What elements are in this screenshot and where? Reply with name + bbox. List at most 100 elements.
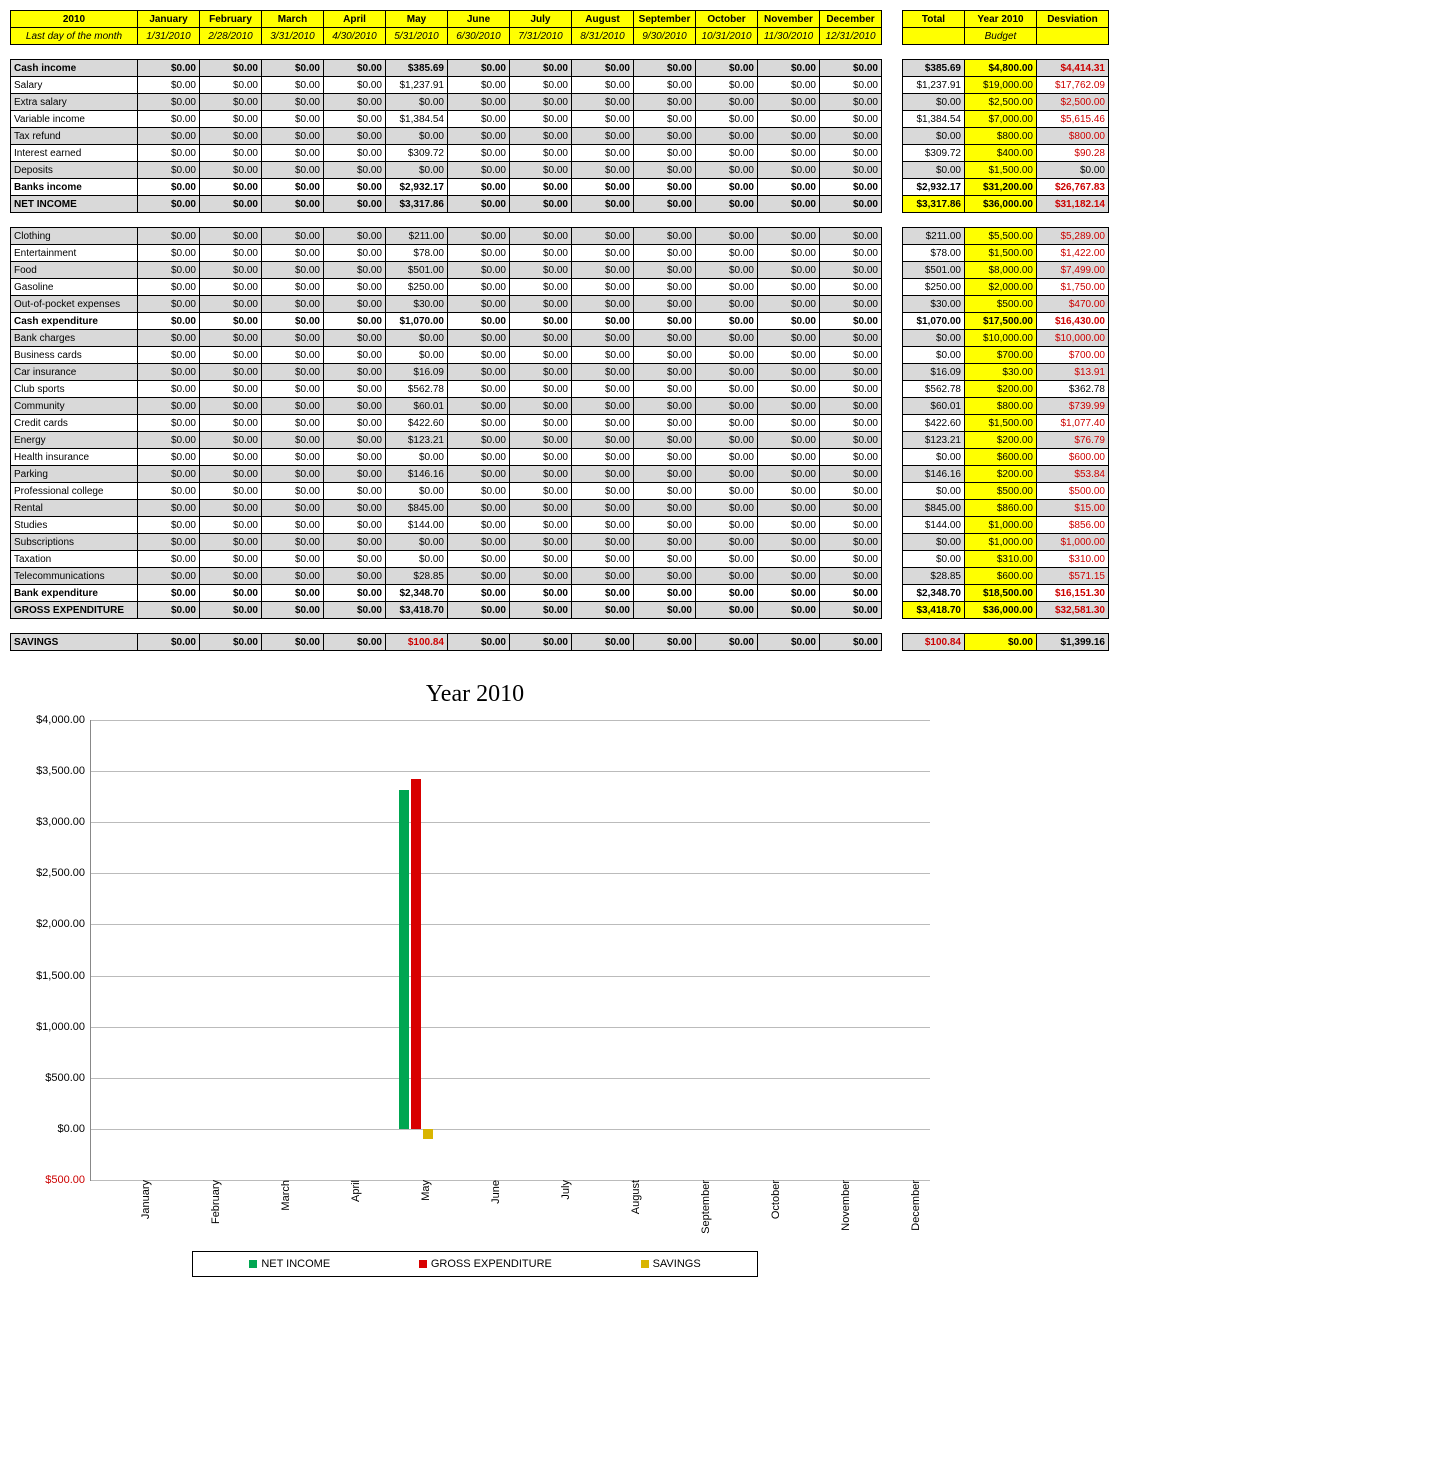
y-tick: $4,000.00 (36, 714, 91, 726)
row-value: $0.00 (324, 313, 386, 330)
row-value: $0.00 (572, 381, 634, 398)
row-value: $0.00 (820, 111, 882, 128)
row-value: $0.00 (758, 432, 820, 449)
y-tick: $1,000.00 (36, 1021, 91, 1033)
row-value: $0.00 (324, 364, 386, 381)
row-value: $0.00 (820, 262, 882, 279)
row-value: $0.00 (696, 330, 758, 347)
row-value: $0.00 (820, 330, 882, 347)
row-value: $0.00 (448, 449, 510, 466)
row-value: $0.00 (696, 381, 758, 398)
row-value: $0.00 (262, 228, 324, 245)
row-value: $0.00 (820, 534, 882, 551)
sum-desv: $15.00 (1037, 500, 1109, 517)
hdr-date: 10/31/2010 (696, 28, 758, 45)
row-value: $0.00 (138, 500, 200, 517)
row-value: $0.00 (448, 398, 510, 415)
row-value: $0.00 (138, 517, 200, 534)
sum-budget: $1,500.00 (965, 162, 1037, 179)
x-tick: January (136, 1180, 152, 1219)
row-value: $0.00 (758, 262, 820, 279)
row-value: $0.00 (758, 483, 820, 500)
row-value: $0.00 (324, 466, 386, 483)
row-value: $0.00 (820, 196, 882, 213)
row-value: $0.00 (324, 602, 386, 619)
row-value: $0.00 (696, 551, 758, 568)
row-value: $0.00 (200, 381, 262, 398)
chart-bar (399, 790, 409, 1129)
row-value: $0.00 (324, 245, 386, 262)
row-value: $0.00 (510, 483, 572, 500)
row-value: $78.00 (386, 245, 448, 262)
row-value: $0.00 (200, 432, 262, 449)
row-value: $0.00 (324, 228, 386, 245)
hdr-date: 1/31/2010 (138, 28, 200, 45)
row-value: $0.00 (696, 398, 758, 415)
row-value: $0.00 (696, 228, 758, 245)
row-value: $0.00 (324, 517, 386, 534)
row-value: $0.00 (262, 94, 324, 111)
row-value: $0.00 (696, 634, 758, 651)
row-value: $0.00 (634, 313, 696, 330)
sum-desv: $26,767.83 (1037, 179, 1109, 196)
row-value: $0.00 (200, 162, 262, 179)
row-value: $0.00 (696, 313, 758, 330)
row-value: $0.00 (324, 551, 386, 568)
row-value: $0.00 (510, 534, 572, 551)
row-value: $0.00 (572, 228, 634, 245)
row-value: $0.00 (820, 415, 882, 432)
row-value: $0.00 (200, 179, 262, 196)
sum-budget: $18,500.00 (965, 585, 1037, 602)
row-label: Entertainment (11, 245, 138, 262)
row-value: $0.00 (758, 602, 820, 619)
row-value: $0.00 (324, 585, 386, 602)
row-value: $0.00 (386, 534, 448, 551)
row-value: $0.00 (634, 432, 696, 449)
row-value: $0.00 (572, 585, 634, 602)
row-value: $0.00 (386, 128, 448, 145)
row-value: $0.00 (572, 568, 634, 585)
row-label: Energy (11, 432, 138, 449)
sum-total: $0.00 (903, 330, 965, 347)
row-value: $0.00 (758, 568, 820, 585)
hdr-month: March (262, 11, 324, 28)
row-label: Extra salary (11, 94, 138, 111)
row-value: $0.00 (572, 415, 634, 432)
sum-total: $60.01 (903, 398, 965, 415)
sum-budget: $5,500.00 (965, 228, 1037, 245)
row-value: $0.00 (696, 196, 758, 213)
row-value: $0.00 (634, 517, 696, 534)
row-value: $0.00 (324, 634, 386, 651)
y-tick: $1,500.00 (36, 970, 91, 982)
row-label: Rental (11, 500, 138, 517)
row-value: $0.00 (200, 551, 262, 568)
row-value: $0.00 (820, 466, 882, 483)
sum-budget: $30.00 (965, 364, 1037, 381)
row-value: $0.00 (696, 568, 758, 585)
sum-desv: $1,077.40 (1037, 415, 1109, 432)
row-value: $0.00 (634, 551, 696, 568)
row-value: $0.00 (262, 534, 324, 551)
hdr-month: September (634, 11, 696, 28)
row-value: $0.00 (324, 111, 386, 128)
sum-total: $0.00 (903, 94, 965, 111)
row-value: $0.00 (510, 432, 572, 449)
row-value: $0.00 (758, 347, 820, 364)
row-value: $0.00 (572, 162, 634, 179)
row-value: $385.69 (386, 60, 448, 77)
row-value: $0.00 (572, 364, 634, 381)
row-value: $0.00 (572, 534, 634, 551)
row-value: $0.00 (262, 432, 324, 449)
sum-total: $16.09 (903, 364, 965, 381)
row-value: $0.00 (510, 364, 572, 381)
row-value: $0.00 (448, 415, 510, 432)
row-value: $0.00 (634, 162, 696, 179)
row-value: $0.00 (510, 313, 572, 330)
sum-sub: Budget (965, 28, 1037, 45)
row-value: $0.00 (634, 179, 696, 196)
row-value: $0.00 (634, 60, 696, 77)
row-value: $0.00 (262, 602, 324, 619)
sum-desv: $7,499.00 (1037, 262, 1109, 279)
row-value: $0.00 (758, 245, 820, 262)
row-value: $0.00 (324, 415, 386, 432)
